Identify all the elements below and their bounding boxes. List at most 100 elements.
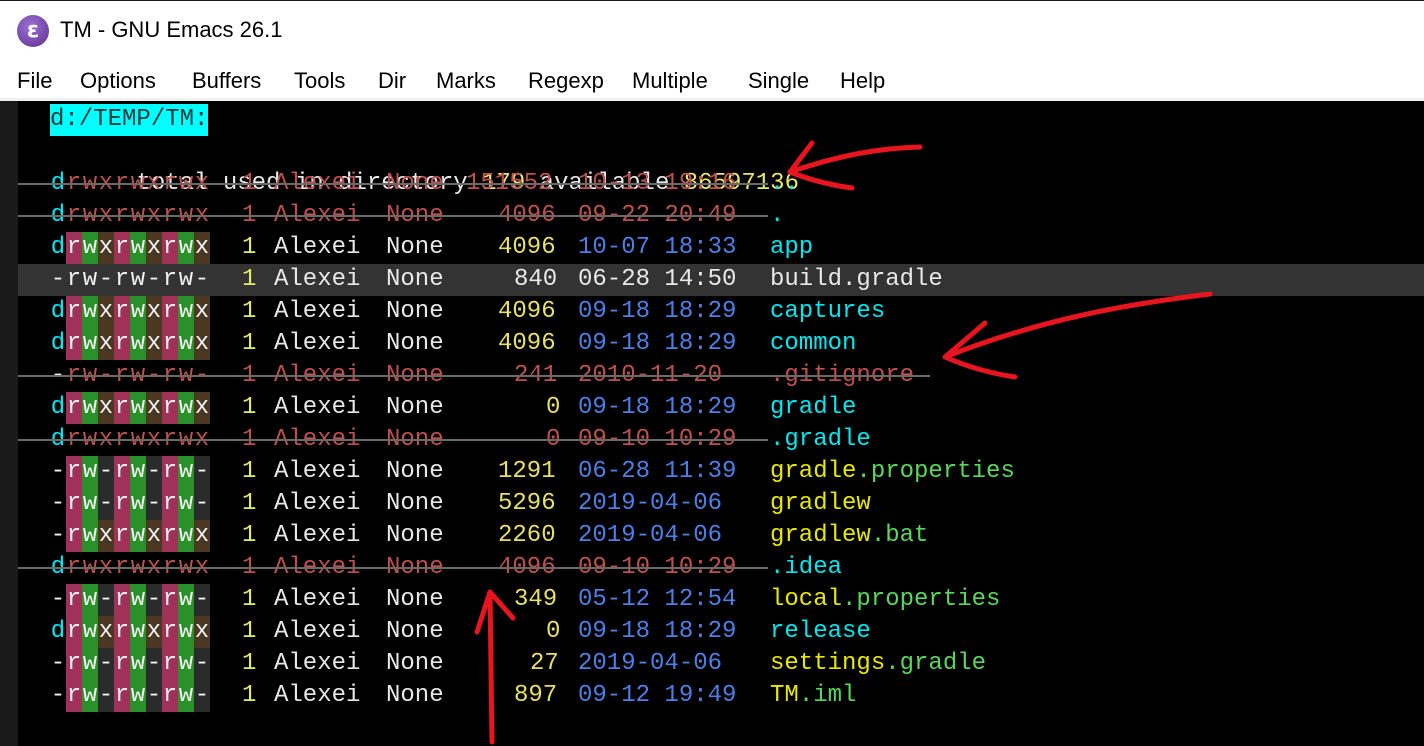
perm-char: w	[130, 232, 146, 264]
perm-char: r	[66, 616, 82, 648]
perm-char: x	[98, 328, 114, 360]
menu-help[interactable]: Help	[840, 68, 885, 94]
perm-char: r	[114, 392, 130, 424]
file-row[interactable]: d r w x r w x r w x 1 Alexei None 4096 09-10 10:29 .ide…	[18, 552, 1424, 584]
file-name[interactable]: gradle	[770, 392, 856, 424]
file-row[interactable]: d r w x r w x r w x 1 Alexei None 0 09-18 18:29 release	[18, 616, 1424, 648]
file-name[interactable]: .	[770, 200, 784, 232]
dired-buffer[interactable]: d:/TEMP/TM: total used in directory 179 …	[0, 101, 1424, 746]
perm-char: d	[50, 618, 66, 645]
file-row[interactable]: - r w - r w - r w -1 Alexei None 840 06-28 14:50 build…	[18, 264, 1424, 296]
directory-path[interactable]: d:/TEMP/TM:	[50, 104, 209, 136]
file-name[interactable]: .idea	[770, 552, 842, 584]
perm-char: -	[194, 584, 210, 616]
file-row[interactable]: d r w x r w x r w x 1 Alexei None 151552 10-13 19:16..	[18, 168, 1424, 200]
perm-char: w	[82, 328, 98, 360]
file-row[interactable]: - r w - r w - r w -1 Alexei None 27 2019-04-06 settin…	[18, 648, 1424, 680]
owner: Alexei	[274, 650, 361, 677]
file-size: 0	[546, 394, 561, 421]
file-row[interactable]: - r w - r w - r w -1 Alexei None 897 09-12 19:49 TM.im…	[18, 680, 1424, 712]
file-row[interactable]: d r w x r w x r w x 1 Alexei None 0 09-18 18:29 gradle	[18, 392, 1424, 424]
file-row[interactable]: d r w x r w x r w x 1 Alexei None 4096 09-22 20:49.	[18, 200, 1424, 232]
perm-char: w	[130, 680, 146, 712]
emacs-icon: ε	[17, 15, 49, 47]
owner: Alexei	[274, 682, 361, 709]
perm-char: w	[178, 456, 194, 488]
perm-char: r	[66, 232, 82, 264]
perm-char: x	[146, 616, 162, 648]
file-name[interactable]: build.gradle	[770, 264, 943, 296]
dired-header-line: d:/TEMP/TM:	[18, 104, 1424, 136]
owner: Alexei	[274, 394, 361, 421]
file-basename: gradle	[770, 458, 857, 485]
perm-char: w	[178, 328, 194, 360]
perm-char: d	[50, 234, 66, 261]
menu-single[interactable]: Single	[748, 68, 809, 94]
perm-char: w	[130, 488, 146, 520]
file-name[interactable]: .gradle	[770, 424, 871, 456]
menu-options[interactable]: Options	[80, 68, 156, 94]
link-count: 1	[242, 490, 257, 517]
file-extension: .bat	[870, 522, 929, 549]
owner: Alexei	[274, 458, 361, 485]
perm-char: w	[82, 680, 98, 712]
perm-char: -	[146, 648, 162, 680]
file-row[interactable]: - r w - r w - r w -1 Alexei None 349 05-12 12:54 local…	[18, 584, 1424, 616]
file-name[interactable]: captures	[770, 296, 885, 328]
menu-dir[interactable]: Dir	[378, 68, 406, 94]
menu-regexp[interactable]: Regexp	[528, 68, 604, 94]
menu-multiple[interactable]: Multiple	[632, 68, 708, 94]
menu-marks[interactable]: Marks	[436, 68, 496, 94]
file-date: 09-18 18:29	[578, 394, 737, 421]
file-row[interactable]: d r w x r w x r w x 1 Alexei None 4096 10-07 18:33 app	[18, 232, 1424, 264]
perm-char: r	[162, 616, 178, 648]
file-name[interactable]: gradlew.bat	[770, 520, 928, 552]
file-name[interactable]: app	[770, 232, 813, 264]
group: None	[386, 330, 444, 357]
perm-char: w	[178, 266, 194, 293]
file-row[interactable]: d r w x r w x r w x 1 Alexei None 4096 09-18 18:29 comm…	[18, 328, 1424, 360]
perm-char: -	[98, 680, 114, 712]
perm-char: r	[162, 328, 178, 360]
file-extension: .gradle	[885, 650, 987, 677]
file-name[interactable]: gradlew	[770, 488, 871, 520]
perm-char: r	[162, 296, 178, 328]
group: None	[386, 490, 444, 517]
file-row[interactable]: - r w - r w - r w -1 Alexei None 1291 06-28 11:39 grad…	[18, 456, 1424, 488]
file-name[interactable]: local.properties	[770, 584, 1000, 616]
perm-char: w	[130, 616, 146, 648]
file-row[interactable]: d r w x r w x r w x 1 Alexei None 0 09-10 10:29 .gradle	[18, 424, 1424, 456]
perm-char: r	[114, 488, 130, 520]
strikethrough	[18, 375, 930, 377]
perm-char: w	[82, 584, 98, 616]
file-name[interactable]: gradle.properties	[770, 456, 1015, 488]
menu-buffers[interactable]: Buffers	[192, 68, 261, 94]
file-name[interactable]: ..	[770, 168, 799, 200]
link-count: 1	[242, 458, 257, 485]
group: None	[386, 618, 444, 645]
file-name[interactable]: release	[770, 616, 871, 648]
strikethrough	[18, 215, 768, 217]
file-size: 1291	[498, 458, 556, 485]
file-row[interactable]: - r w - r w - r w -1 Alexei None 5296 2019-04-06 grad…	[18, 488, 1424, 520]
perm-char: r	[114, 520, 130, 552]
perm-char: x	[98, 232, 114, 264]
file-name[interactable]: common	[770, 328, 856, 360]
perm-char: w	[82, 232, 98, 264]
perm-char: w	[178, 488, 194, 520]
file-name[interactable]: settings.gradle	[770, 648, 986, 680]
perm-char: x	[146, 328, 162, 360]
file-row[interactable]: - r w - r w - r w -1 Alexei None 241 2010-11-20 .giti…	[18, 360, 1424, 392]
strikethrough	[18, 183, 768, 185]
perm-char: w	[178, 296, 194, 328]
perm-char: r	[66, 584, 82, 616]
group: None	[386, 298, 444, 325]
owner: Alexei	[274, 586, 361, 613]
file-date: 09-18 18:29	[578, 618, 737, 645]
file-row[interactable]: - r w x r w x r w x 1 Alexei None 2260 2019-04-06 grad…	[18, 520, 1424, 552]
file-name[interactable]: TM.iml	[770, 680, 856, 712]
menu-tools[interactable]: Tools	[294, 68, 345, 94]
file-row[interactable]: d r w x r w x r w x 1 Alexei None 4096 09-18 18:29 capt…	[18, 296, 1424, 328]
file-size: 897	[514, 682, 558, 709]
menu-file[interactable]: File	[17, 68, 52, 94]
